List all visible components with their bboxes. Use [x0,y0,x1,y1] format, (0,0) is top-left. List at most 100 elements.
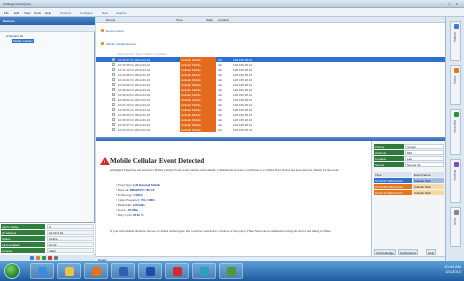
taskbar-airmagnet-button[interactable] [219,263,243,279]
tab-location[interactable]: Location [218,18,229,22]
properties-panel: Priority Urgent Channel 830 Location Lab Se… [371,141,445,261]
bullet-value: BBGREEN 700 UP [129,188,155,192]
taskbar: 10:44 AM 3/1/2012 [0,261,464,281]
row-checkbox[interactable] [112,123,115,126]
row-checkbox[interactable] [112,98,115,101]
bullet-value: CDMA [133,193,143,197]
sidebar-tab-tools[interactable]: Tools [450,207,461,247]
rss-icon [101,29,104,32]
alert-icon[interactable] [36,256,40,260]
row-checkbox[interactable] [112,83,115,86]
app-icon [119,267,128,276]
row-checkbox[interactable] [112,63,115,66]
tab-state[interactable]: State [206,18,213,22]
occurrence-row[interactable]: 10:41:55 2012-03-01 Cellular Mob [374,184,444,189]
feed-link-recent[interactable]: Recent Alerts [106,29,124,33]
row-checkbox[interactable] [112,113,115,116]
occurrence-row[interactable]: 10:41:12 2012-03-01 Cellular Mob [374,190,444,195]
row-checkbox[interactable] [112,128,115,131]
prop-row: Priority Urgent [374,144,444,149]
row-checkbox[interactable] [112,118,115,121]
row-checkbox[interactable] [112,78,115,81]
menu-tools[interactable]: Tools [34,11,41,15]
error-icon[interactable] [48,256,52,260]
media-icon [92,267,101,276]
stat-row: IP address 10.20.3.34 [1,230,94,235]
spectrum-icon [454,112,459,117]
start-button[interactable] [4,263,20,279]
event-detail: ! Mobile Cellular Event Detected AirMagn… [96,141,371,261]
help-button[interactable]: Help [426,249,437,255]
row-checkbox[interactable] [112,58,115,61]
feed-link-mobile[interactable]: Mobile Cellular Events [106,42,136,46]
detail-bullet: • Duty Cycle: 69.82 % [116,213,144,217]
toolbar-configure-button[interactable]: Configure [80,11,93,15]
sidebar-tab-policy[interactable]: Policy [450,65,461,105]
tools-icon [454,210,459,215]
sensor-stats: Alerts Today 4 IP address 10.20.3.34 Statu… [0,222,95,254]
occurrence-row[interactable]: 10:42:07 2012-03-01 Cellular Mob [374,178,444,183]
taskbar-app-button[interactable] [111,263,135,279]
menu-help[interactable]: Help [45,11,51,15]
system-tray[interactable]: 10:44 AM 3/1/2012 [421,264,461,278]
rss-icon [101,42,104,45]
taskbar-pdf-button[interactable] [165,263,189,279]
tab-events[interactable]: Events [106,18,115,22]
bullet-value: 69.82 % [133,213,144,217]
airwise-icon [454,24,459,29]
bullet-value: 1250 kHz [132,203,145,207]
tree-node-mobile-cellular[interactable]: Mobile Cellular [12,39,34,43]
right-sidebar: AirWise Policy Spectrum Reports Tools [445,17,464,261]
event-type: Cellular Mobile [180,127,216,132]
document-icon [146,267,155,276]
menu-view[interactable]: View [24,11,30,15]
detail-bullet: • Network: BBGREEN 700 UP [116,188,155,192]
detail-bullet: • Event Type: Cell Detected Mobile [116,183,160,187]
tab-time[interactable]: Time [176,18,183,22]
row-checkbox[interactable] [112,68,115,71]
taskbar-network-button[interactable] [192,263,216,279]
left-pane-toolbar [0,25,95,32]
view-icon[interactable] [30,256,34,260]
left-pane: Sensors ⊟ Sensor 01 Mobile Cellular Aler… [0,17,95,261]
toolbar-capture-button[interactable]: Capture [116,11,127,15]
notifications-button[interactable]: Notifications [398,249,419,255]
taskbar-explorer-button[interactable] [57,263,81,279]
column-tabs: Events Time State Location [96,17,445,23]
table-row[interactable]: 10:34:10 Fri 2012-03-01 Cellular Mobile 4G… [96,127,445,132]
window-controls[interactable]: – ▢ ✕ [441,2,460,6]
settings-icon[interactable] [54,256,58,260]
prop-row: Sensor Sensor 01 [374,162,444,167]
table-header: Event Time / Type / Status / Location [118,52,167,56]
taskbar-word-button[interactable] [138,263,162,279]
taskbar-ie-button[interactable] [30,263,54,279]
sidebar-tab-reports[interactable]: Reports [450,159,461,203]
app-title: AirMagnet Enterprise [3,2,32,6]
detail-bullet: • Power: -85 dBm [116,208,138,212]
warning-icon: ! [100,157,110,165]
sidebar-tab-airwise[interactable]: AirWise [450,21,461,61]
row-checkbox[interactable] [112,88,115,91]
detail-title: Mobile Cellular Event Detected [110,157,205,165]
row-checkbox[interactable] [112,108,115,111]
detail-bullet: • Bandwidth: 1250 kHz [116,203,145,207]
stat-row: Last updated 10:42 [1,242,94,247]
detail-bullet: • Center Frequency: 791.2 MHz [116,198,155,202]
airmagnet-icon [227,267,236,276]
bullet-value: 791.2 MHz [140,198,155,202]
toolbar-new-button[interactable]: New [102,11,108,15]
menu-edit[interactable]: Edit [14,11,19,15]
event-location: 128.195.38.10 [233,128,253,132]
tree-node-sensor[interactable]: ⊟ Sensor 01 [6,34,23,38]
row-checkbox[interactable] [112,73,115,76]
taskbar-media-button[interactable] [84,263,108,279]
sidebar-tab-spectrum[interactable]: Spectrum [450,109,461,155]
menu-file[interactable]: File [4,11,9,15]
toolbar-connect-button[interactable]: Connect [60,11,71,15]
check-icon[interactable] [42,256,46,260]
detail-footer: If your environment disallows the use of… [110,229,332,233]
acknowledge-button[interactable]: Acknowledge [374,249,396,255]
row-checkbox[interactable] [112,103,115,106]
row-checkbox[interactable] [112,93,115,96]
prop-row: Channel 830 [374,150,444,155]
